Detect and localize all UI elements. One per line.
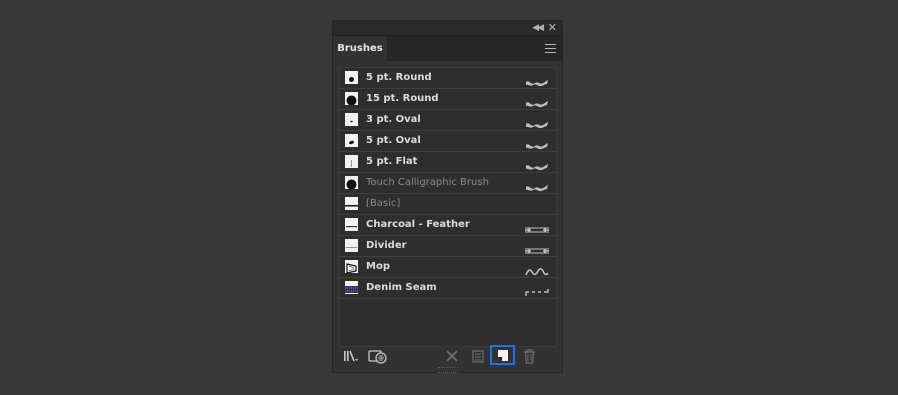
brush-name: Denim Seam (366, 282, 437, 293)
remove-stroke-icon[interactable] (445, 349, 459, 364)
brush-thumbnail-icon (345, 260, 358, 273)
brush-name: 5 pt. Round (366, 72, 432, 83)
brush-thumbnail-icon (345, 239, 358, 252)
brush-row[interactable]: 15 pt. Round (340, 89, 556, 110)
brush-row[interactable]: 5 pt. Oval (340, 131, 556, 152)
brush-thumbnail-icon (345, 92, 358, 105)
brush-name: [Basic] (366, 198, 401, 209)
brush-row[interactable]: 5 pt. Flat (340, 152, 556, 173)
brush-thumbnail-icon (345, 176, 358, 189)
brush-row[interactable]: Touch Calligraphic Brush (340, 173, 556, 194)
brush-stroke-preview-icon (525, 115, 549, 129)
collapse-icon[interactable]: ◀◀ (532, 22, 544, 34)
brush-thumbnail-icon (345, 113, 358, 126)
bottom-toolbar (333, 345, 562, 368)
delete-brush-icon[interactable] (523, 349, 536, 364)
brush-name: 5 pt. Flat (366, 156, 418, 167)
brush-name: 5 pt. Oval (366, 135, 421, 146)
brush-thumbnail-icon (345, 134, 358, 147)
brush-stroke-preview-icon (525, 73, 549, 87)
brush-name: Mop (366, 261, 390, 272)
brush-row[interactable]: Divider (340, 236, 556, 257)
brush-thumbnail-icon (345, 197, 358, 210)
brushes-panel: ◀◀ ✕ Brushes 5 pt. Round 15 pt. Round 3 pt… (332, 20, 563, 373)
new-brush-button[interactable] (490, 345, 515, 365)
brush-stroke-preview-icon (525, 94, 549, 108)
brush-name: 3 pt. Oval (366, 114, 421, 125)
libraries-panel-icon[interactable] (368, 349, 388, 364)
close-icon[interactable]: ✕ (548, 21, 557, 34)
brush-thumbnail-icon (345, 281, 358, 294)
panel-menu-icon[interactable] (545, 44, 556, 53)
brush-row[interactable]: Mop (340, 257, 556, 278)
brush-row[interactable]: 5 pt. Round (340, 68, 556, 89)
brush-name: Touch Calligraphic Brush (366, 177, 489, 188)
brush-thumbnail-icon (345, 218, 358, 231)
brush-stroke-preview-icon (525, 136, 549, 150)
brush-stroke-preview-icon (525, 283, 549, 296)
tab-row: Brushes (333, 36, 562, 61)
brush-name: Charcoal - Feather (366, 219, 470, 230)
panel-titlebar[interactable]: ◀◀ ✕ (333, 21, 562, 36)
brush-row[interactable]: [Basic] (340, 194, 556, 215)
brush-stroke-preview-icon (525, 262, 549, 276)
brush-name: Divider (366, 240, 407, 251)
brush-row[interactable]: Denim Seam (340, 278, 556, 299)
brush-row[interactable]: 3 pt. Oval (340, 110, 556, 131)
brush-row[interactable]: Charcoal - Feather (340, 215, 556, 236)
brush-stroke-preview-icon (525, 157, 549, 171)
new-brush-icon (498, 350, 508, 361)
brush-libraries-icon[interactable] (343, 349, 359, 364)
brush-thumbnail-icon (345, 155, 358, 168)
resize-grip[interactable] (438, 367, 458, 373)
brush-stroke-preview-icon (525, 241, 549, 254)
brush-stroke-preview-icon (525, 220, 549, 233)
brush-options-icon[interactable] (471, 349, 485, 364)
brush-name: 15 pt. Round (366, 93, 439, 104)
brush-stroke-preview-icon (525, 178, 549, 192)
brush-list[interactable]: 5 pt. Round 15 pt. Round 3 pt. Oval 5 pt. O… (339, 67, 557, 347)
tab-brushes[interactable]: Brushes (333, 36, 387, 61)
brush-thumbnail-icon (345, 71, 358, 84)
